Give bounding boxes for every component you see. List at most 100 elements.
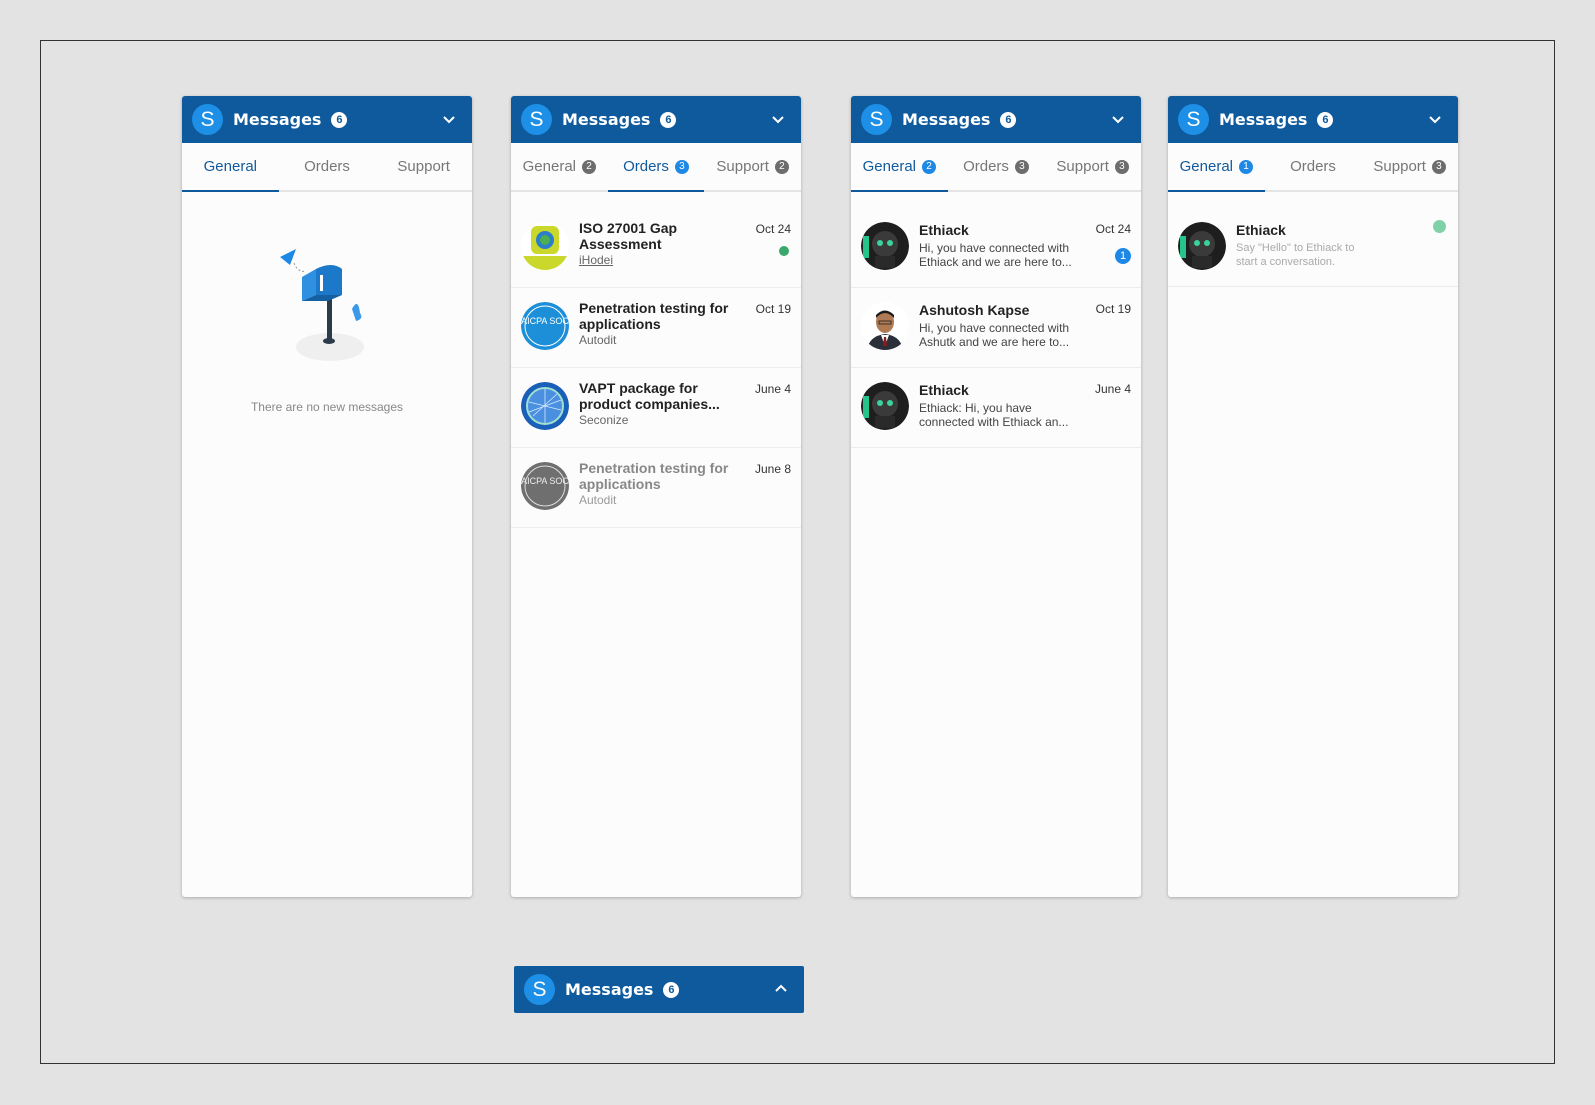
tab-count-badge: 2 (922, 159, 937, 174)
tab-general[interactable]: General 1 (1168, 143, 1265, 192)
brand-logo-icon: S (524, 974, 555, 1005)
chevron-down-icon[interactable] (1109, 110, 1127, 128)
order-date: June 4 (754, 382, 791, 396)
tab-label: General (862, 158, 917, 175)
order-row[interactable]: VAPT package for product companies... Se… (511, 368, 801, 448)
tab-support[interactable]: Support 3 (1361, 143, 1458, 190)
messages-header[interactable]: S Messages 6 (851, 96, 1141, 143)
tab-orders[interactable]: Orders 3 (607, 143, 705, 192)
contact-name: Ethiack (919, 382, 969, 398)
tab-general[interactable]: General 2 (851, 143, 948, 192)
message-preview: Hi, you have connected with Ethiack and … (919, 241, 1072, 269)
chevron-down-icon[interactable] (1426, 110, 1444, 128)
header-title: Messages (562, 110, 651, 129)
header-count-badge: 6 (660, 111, 677, 128)
messages-minimized-bar[interactable]: S Messages 6 (514, 966, 804, 1013)
tab-general[interactable]: General 2 (511, 143, 608, 190)
tab-orders[interactable]: Orders 3 (948, 143, 1045, 190)
messages-panel-new-chat: S Messages 6 General 1 Orders Support 3 Et… (1168, 96, 1458, 897)
brand-logo-icon: S (861, 104, 892, 135)
message-preview: Ethiack: Hi, you have connected with Eth… (919, 401, 1069, 429)
tab-label: General (1179, 158, 1234, 175)
robot-avatar-icon (1178, 222, 1226, 270)
conversation-row[interactable]: Ethiack Hi, you have connected with Ethi… (851, 208, 1141, 288)
avatar-text: AICPA SOC (521, 316, 569, 326)
brand-logo-icon: S (1178, 104, 1209, 135)
message-date: Oct 19 (1095, 302, 1131, 316)
header-count-badge: 6 (1317, 111, 1334, 128)
header-count-badge: 6 (1000, 111, 1017, 128)
vendor-name: Autodit (579, 493, 617, 507)
messages-panel-empty: S Messages 6 General Orders Support Ther… (182, 96, 472, 897)
header-count-badge: 6 (663, 981, 680, 998)
tab-label: Support (397, 158, 450, 175)
brand-logo-icon: S (192, 104, 223, 135)
order-title: Penetration testing for applications (579, 300, 729, 332)
messages-header[interactable]: S Messages 6 (182, 96, 472, 143)
messages-panel-orders: S Messages 6 General 2 Orders 3 Support 2 I… (511, 96, 801, 897)
header-count-badge: 6 (331, 111, 348, 128)
tab-label: Support (716, 158, 769, 175)
conversation-row[interactable]: Ethiack Say "Hello" to Ethiack to start … (1168, 208, 1458, 287)
tab-label: General (203, 158, 258, 175)
globe-network-icon (521, 382, 569, 430)
order-row[interactable]: AICPA SOC Penetration testing for applic… (511, 448, 801, 528)
vendor-name: iHodei (579, 253, 614, 267)
order-date: June 8 (754, 462, 791, 476)
tab-count-badge: 1 (1239, 159, 1254, 174)
tab-label: Orders (963, 158, 1009, 175)
vendor-name: Autodit (579, 333, 617, 347)
tab-bar: General 2 Orders 3 Support 2 (511, 143, 801, 192)
tab-bar: General 1 Orders Support 3 (1168, 143, 1458, 192)
header-title: Messages (565, 980, 654, 999)
chevron-down-icon[interactable] (769, 110, 787, 128)
conversation-row[interactable]: Ethiack Ethiack: Hi, you have connected … (851, 368, 1141, 448)
header-title: Messages (233, 110, 322, 129)
messages-header[interactable]: S Messages 6 (1168, 96, 1458, 143)
tab-orders[interactable]: Orders (1265, 143, 1362, 190)
messages-panel-general: S Messages 6 General 2 Orders 3 Support 3 E… (851, 96, 1141, 897)
chevron-down-icon[interactable] (440, 110, 458, 128)
mailbox-illustration-icon (280, 249, 364, 361)
unread-count-badge: 1 (1115, 248, 1131, 264)
conversation-row[interactable]: Ashutosh Kapse Hi, you have connected wi… (851, 288, 1141, 368)
message-preview: Say "Hello" to Ethiack to start a conver… (1236, 242, 1355, 268)
tab-orders[interactable]: Orders (279, 143, 376, 190)
order-title: ISO 27001 Gap Assessment (579, 220, 678, 252)
header-title: Messages (1219, 110, 1308, 129)
messages-header[interactable]: S Messages 6 (511, 96, 801, 143)
vendor-name: Seconize (579, 413, 629, 427)
tab-bar: General Orders Support (182, 143, 472, 192)
tab-general[interactable]: General (182, 143, 279, 192)
tab-count-badge: 2 (582, 159, 597, 174)
avatar-text: AICPA SOC (521, 476, 569, 486)
tab-label: Support (1373, 158, 1426, 175)
order-row[interactable]: AICPA SOC Penetration testing for applic… (511, 288, 801, 368)
message-preview: Hi, you have connected with Ashutk and w… (919, 321, 1070, 349)
tab-bar: General 2 Orders 3 Support 3 (851, 143, 1141, 192)
aicpa-soc-icon: AICPA SOC (521, 302, 569, 350)
order-title: VAPT package for product companies... (579, 380, 720, 412)
tab-count-badge: 3 (1014, 159, 1029, 174)
robot-avatar-icon (861, 382, 909, 430)
robot-avatar-icon (861, 222, 909, 270)
empty-state-text: There are no new messages (250, 400, 404, 414)
tab-label: Orders (1290, 158, 1336, 175)
order-date: Oct 19 (755, 302, 791, 316)
chevron-up-icon[interactable] (772, 980, 790, 998)
order-row[interactable]: ISO 27001 Gap Assessment iHodei Oct 24 (511, 208, 801, 288)
tab-count-badge: 2 (774, 159, 789, 174)
tab-label: Orders (623, 158, 669, 175)
tab-support[interactable]: Support (375, 143, 472, 190)
brand-logo-icon: S (521, 104, 552, 135)
order-title: Penetration testing for applications (579, 460, 729, 492)
order-date: Oct 24 (755, 222, 791, 236)
tab-count-badge: 3 (674, 159, 689, 174)
message-date: June 4 (1094, 382, 1131, 396)
header-title: Messages (902, 110, 991, 129)
tab-support[interactable]: Support 2 (704, 143, 801, 190)
iso-badge-icon (521, 222, 569, 270)
aicpa-soc-icon: AICPA SOC (521, 462, 569, 510)
contact-name: Ashutosh Kapse (919, 302, 1030, 318)
tab-support[interactable]: Support 3 (1044, 143, 1141, 190)
